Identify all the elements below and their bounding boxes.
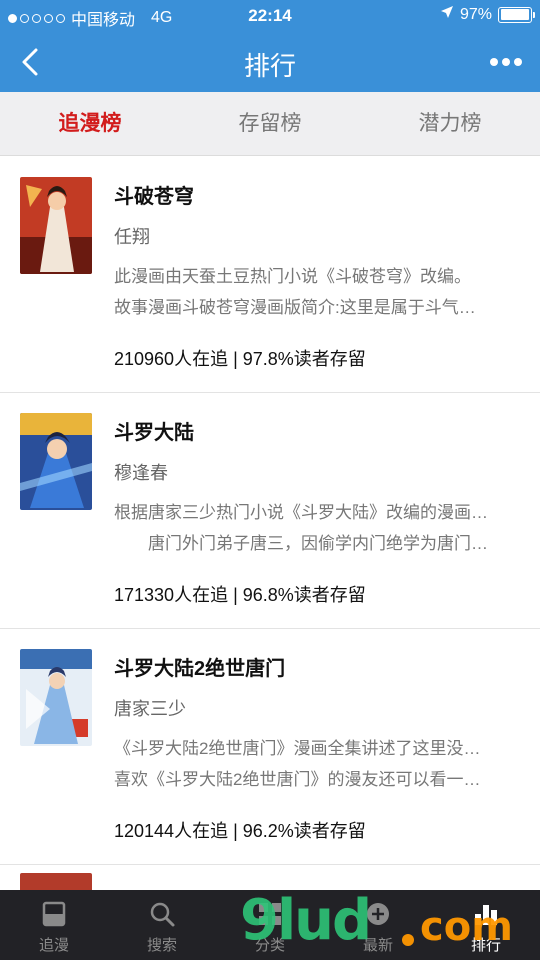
battery-percent: 97% (459, 5, 492, 23)
ranking-tabs: 追漫榜 存留榜 潜力榜 (0, 92, 540, 156)
bookmark-icon (42, 901, 66, 927)
comic-title: 斗破苍穹 (114, 186, 194, 208)
bottom-tab-follow[interactable]: 追漫 (0, 890, 108, 960)
comic-author: 任翔 (114, 227, 150, 247)
location-arrow-icon (440, 5, 454, 24)
grid-icon (259, 903, 281, 925)
list-item[interactable]: 斗罗大陆2绝世唐门 唐家三少 《斗罗大陆2绝世唐门》漫画全集讲述了这里没… 喜欢… (0, 629, 540, 865)
bottom-tab-search[interactable]: 搜索 (108, 890, 216, 960)
description-line: 故事漫画斗破苍穹漫画版简介:这里是属于斗气… (114, 298, 476, 317)
description-line: 唐门外门弟子唐三，因偷学内门绝学为唐门… (114, 534, 488, 553)
bottom-tab-label: 搜索 (146, 937, 177, 954)
bottom-tab-label: 追漫 (38, 937, 69, 954)
list-item[interactable]: 斗破苍穹 任翔 此漫画由天蚕土豆热门小说《斗破苍穹》改编。 故事漫画斗破苍穹漫画… (0, 157, 540, 393)
status-right: 97% (440, 5, 535, 24)
tab-follow-ranking[interactable]: 追漫榜 (0, 92, 180, 155)
comic-cover (20, 413, 92, 510)
bottom-tab-latest[interactable]: 最新 (324, 890, 432, 960)
comic-author: 唐家三少 (114, 699, 186, 719)
list-item[interactable] (0, 865, 540, 893)
ranking-icon (475, 905, 497, 925)
comic-description: 《斗罗大陆2绝世唐门》漫画全集讲述了这里没… 喜欢《斗罗大陆2绝世唐门》的漫友还… (114, 733, 520, 795)
comic-author: 穆逢春 (114, 463, 168, 483)
comic-description: 根据唐家三少热门小说《斗罗大陆》改编的漫画… 唐门外门弟子唐三，因偷学内门绝学为… (114, 497, 520, 559)
more-button[interactable] (486, 42, 526, 82)
description-line: 喜欢《斗罗大陆2绝世唐门》的漫友还可以看一… (114, 770, 481, 789)
comic-stats: 210960人在追 | 97.8%读者存留 (114, 349, 366, 369)
search-icon (150, 902, 175, 927)
list-item[interactable]: 斗罗大陆 穆逢春 根据唐家三少热门小说《斗罗大陆》改编的漫画… 唐门外门弟子唐三… (0, 393, 540, 629)
bottom-tab-label: 最新 (362, 937, 393, 954)
bottom-tab-ranking[interactable]: 排行 (432, 890, 540, 960)
tab-potential-ranking[interactable]: 潜力榜 (360, 92, 540, 155)
comic-stats: 171330人在追 | 96.8%读者存留 (114, 585, 366, 605)
comic-description: 此漫画由天蚕土豆热门小说《斗破苍穹》改编。 故事漫画斗破苍穹漫画版简介:这里是属… (114, 261, 520, 323)
status-bar: 中国移动 4G 22:14 97% (0, 0, 540, 32)
tab-retention-ranking[interactable]: 存留榜 (180, 92, 360, 155)
more-dots-icon (490, 58, 522, 66)
description-line: 根据唐家三少热门小说《斗罗大陆》改编的漫画… (114, 503, 488, 522)
bottom-tab-bar: 追漫 搜索 分类 最新 排行 (0, 890, 540, 960)
comic-list: 斗破苍穹 任翔 此漫画由天蚕土豆热门小说《斗破苍穹》改编。 故事漫画斗破苍穹漫画… (0, 157, 540, 893)
nav-bar: 排行 (0, 32, 540, 92)
page-title: 排行 (243, 51, 296, 81)
bottom-tab-label: 排行 (470, 937, 501, 954)
comic-cover (20, 649, 92, 746)
bottom-tab-label: 分类 (254, 937, 285, 954)
new-icon (367, 903, 389, 925)
battery-fill (500, 9, 529, 20)
comic-stats: 120144人在追 | 96.2%读者存留 (114, 821, 366, 841)
comic-cover (20, 177, 92, 274)
description-line: 此漫画由天蚕土豆热门小说《斗破苍穹》改编。 (114, 267, 471, 286)
battery-icon (498, 6, 535, 23)
comic-title: 斗罗大陆 (114, 422, 194, 444)
bottom-tab-category[interactable]: 分类 (216, 890, 324, 960)
description-line: 《斗罗大陆2绝世唐门》漫画全集讲述了这里没… (114, 739, 481, 758)
comic-title: 斗罗大陆2绝世唐门 (114, 658, 286, 680)
